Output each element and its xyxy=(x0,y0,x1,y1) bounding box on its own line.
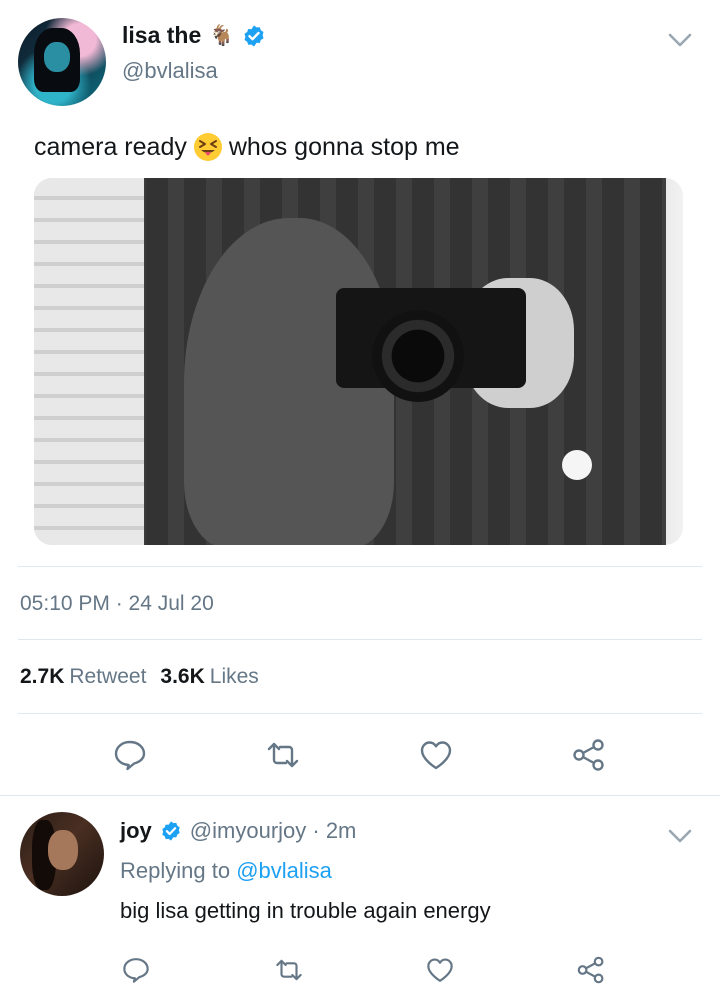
share-button[interactable] xyxy=(567,733,611,777)
goat-emoji: 🐐 xyxy=(209,25,235,47)
reply-button[interactable] xyxy=(108,733,152,777)
retweet-button[interactable] xyxy=(267,948,311,992)
share-button[interactable] xyxy=(569,948,613,992)
divider xyxy=(0,795,720,796)
tongue-out-emoji-icon xyxy=(193,133,222,161)
like-button[interactable] xyxy=(414,733,458,777)
author-display-name[interactable]: lisa the xyxy=(122,22,201,49)
verified-badge-icon xyxy=(162,821,180,841)
likes-stat[interactable]: 3.6K Likes xyxy=(160,665,258,689)
verified-badge-icon xyxy=(244,25,264,46)
retweet-button[interactable] xyxy=(261,733,305,777)
reply-bubble-icon xyxy=(123,958,149,983)
replying-to-prefix: Replying to xyxy=(120,858,231,883)
share-icon xyxy=(573,739,604,771)
share-icon xyxy=(577,956,604,984)
likes-count: 3.6K xyxy=(160,665,205,688)
divider xyxy=(18,713,702,714)
retweet-stat[interactable]: 2.7K Retweet xyxy=(20,665,146,689)
tweet-stats: 2.7K Retweet 3.6K Likes xyxy=(20,665,259,689)
tweet-text: camera ready whos gonna stop me xyxy=(34,132,460,162)
tweet-author-row: lisa the 🐐 xyxy=(122,22,266,49)
photo-camera-lens xyxy=(372,310,464,402)
author-handle[interactable]: @bvlalisa xyxy=(122,58,218,84)
replying-to-link[interactable]: @bvlalisa xyxy=(236,858,332,883)
tweet-text-part-2: whos gonna stop me xyxy=(228,132,460,161)
replying-to-line: Replying to @bvlalisa xyxy=(120,858,332,884)
retweet-count: 2.7K xyxy=(20,665,65,688)
avatar-face-shape xyxy=(44,42,70,72)
reply-action-bar xyxy=(0,948,720,992)
reply-handle-time[interactable]: @imyourjoy · 2m xyxy=(190,818,357,844)
tweet-text-part-1: camera ready xyxy=(34,132,187,161)
chevron-down-icon[interactable] xyxy=(666,30,694,50)
reply-display-name[interactable]: joy xyxy=(120,818,152,844)
tweet-action-bar xyxy=(0,733,720,777)
like-button[interactable] xyxy=(418,948,462,992)
reply-author-row: joy @imyourjoy · 2m xyxy=(120,818,356,844)
reply-bubble-icon xyxy=(114,740,146,771)
avatar-face-shape xyxy=(48,830,78,870)
divider xyxy=(18,639,702,640)
divider xyxy=(18,566,702,567)
likes-label: Likes xyxy=(209,665,259,688)
reply-text: big lisa getting in trouble again energy xyxy=(120,898,491,923)
photo-light xyxy=(562,450,592,480)
avatar-lisa[interactable] xyxy=(18,18,106,106)
photo-door-frame xyxy=(34,178,144,545)
chevron-down-icon[interactable] xyxy=(666,826,694,846)
heart-icon xyxy=(427,958,453,982)
retweet-icon xyxy=(267,742,299,768)
heart-icon xyxy=(420,741,452,770)
tweet-photo[interactable] xyxy=(34,178,683,545)
avatar-joy[interactable] xyxy=(20,812,104,896)
retweet-label: Retweet xyxy=(69,665,147,688)
tweet-timestamp[interactable]: 05:10 PM · 24 Jul 20 xyxy=(20,592,214,616)
retweet-icon xyxy=(276,959,302,981)
reply-button[interactable] xyxy=(114,948,158,992)
